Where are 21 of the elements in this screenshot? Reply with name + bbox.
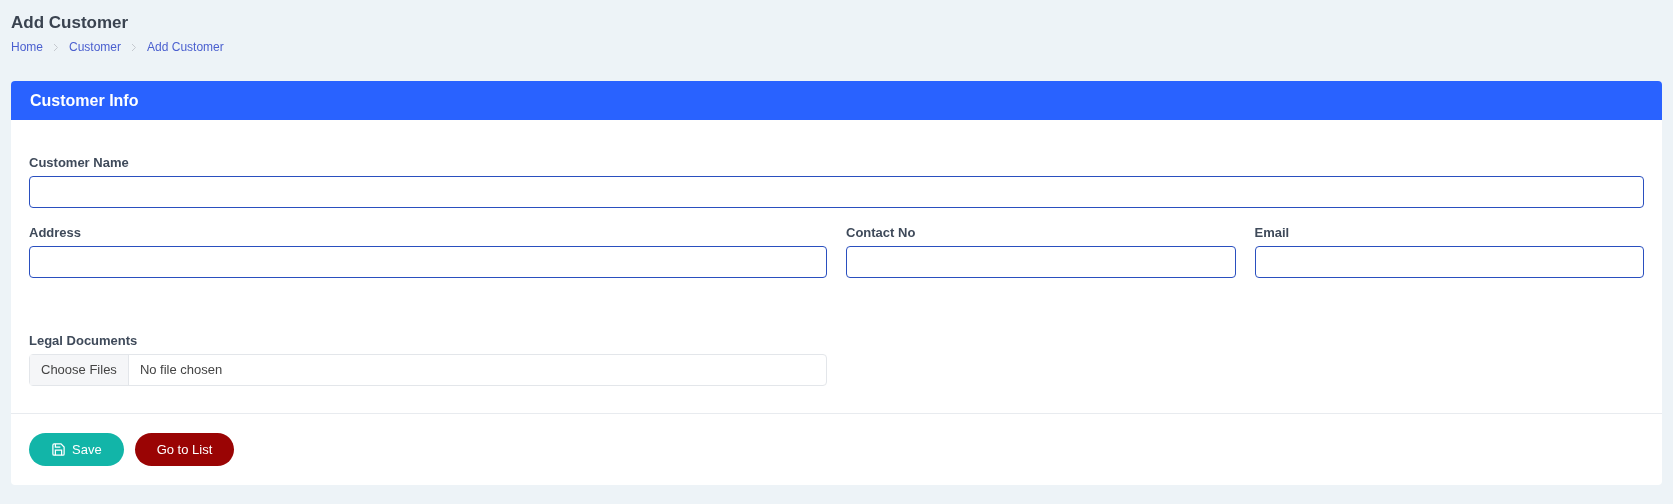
- breadcrumb-link[interactable]: Customer: [69, 38, 122, 56]
- card-title: Customer Info: [30, 90, 139, 111]
- text-field[interactable]: [1254, 246, 1644, 278]
- field-label: Customer Name: [29, 155, 130, 171]
- chevron-icon: [53, 42, 59, 52]
- field-label: Email: [1254, 225, 1291, 241]
- file-status: No file chosen: [138, 361, 224, 380]
- text-field[interactable]: [29, 176, 1644, 208]
- field-label: Contact No: [846, 225, 917, 241]
- field-label: Legal Documents: [29, 333, 139, 349]
- choose-files-button[interactable]: Choose Files: [30, 355, 129, 385]
- breadcrumb-link[interactable]: Add Customer: [147, 38, 224, 56]
- file-input[interactable]: Choose Files No file chosen: [29, 354, 827, 386]
- breadcrumb-link[interactable]: Home: [11, 38, 43, 56]
- chevron-icon: [131, 42, 138, 52]
- text-field[interactable]: [29, 246, 827, 278]
- page-title: Add Customer: [11, 12, 130, 34]
- save-icon: [51, 442, 66, 457]
- go-to-list-button[interactable]: Go to List: [134, 433, 235, 466]
- field-label: Address: [29, 225, 83, 241]
- text-field[interactable]: [846, 246, 1236, 278]
